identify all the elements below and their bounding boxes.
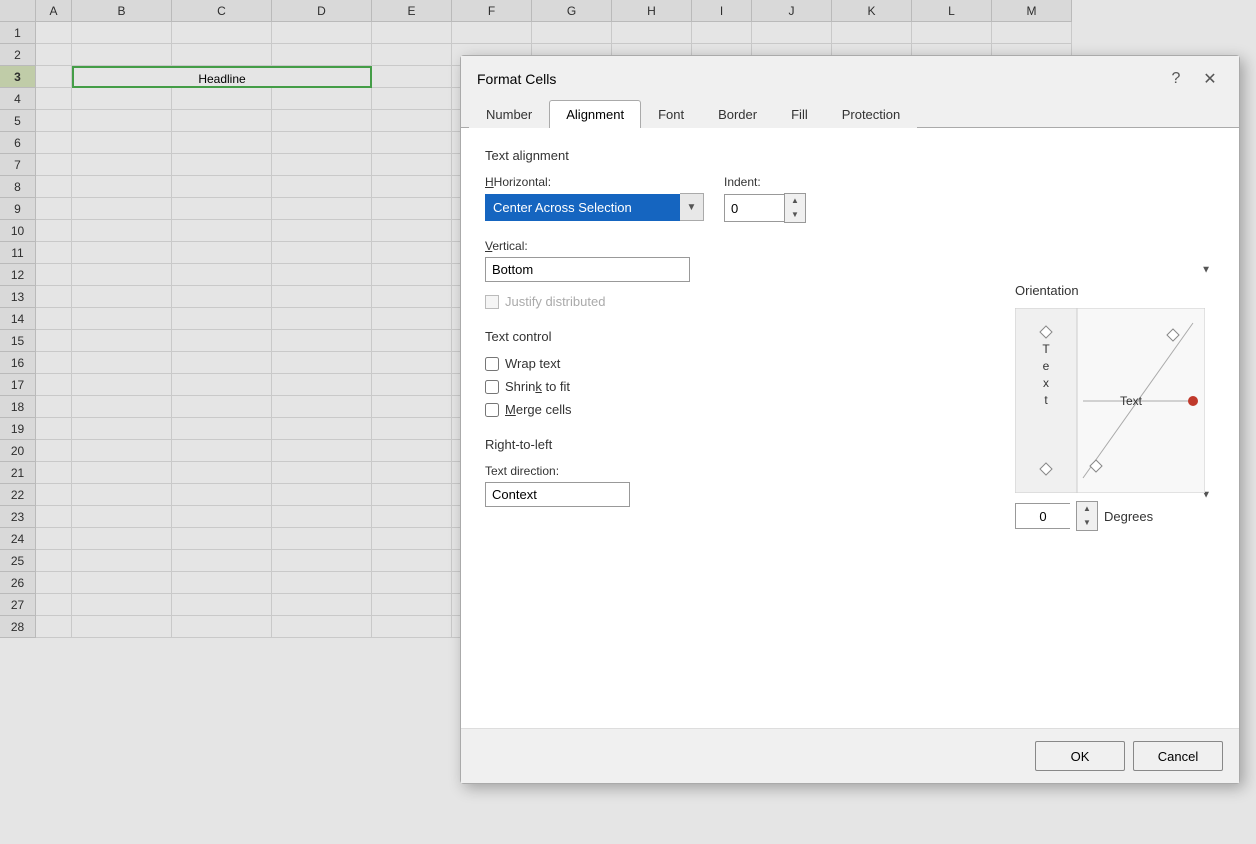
- dialog-title: Format Cells: [477, 71, 556, 87]
- indent-field-group: Indent: ▲ ▼: [724, 175, 806, 223]
- indent-spinner-buttons: ▲ ▼: [784, 193, 806, 223]
- horizontal-select-container: General Left (Indent) Center Right (Inde…: [485, 193, 704, 221]
- merge-cells-checkbox[interactable]: [485, 403, 499, 417]
- merge-cells-label: Merge cells: [505, 402, 571, 417]
- wrap-text-checkbox[interactable]: [485, 357, 499, 371]
- horizontal-label: HHorizontal:: [485, 175, 704, 189]
- help-button[interactable]: ?: [1163, 66, 1189, 92]
- vertical-field-group: Vertical: Top Center Bottom Justify Dist…: [485, 239, 1215, 282]
- close-button[interactable]: ✕: [1197, 66, 1223, 92]
- indent-spinner: ▲ ▼: [724, 193, 806, 223]
- tab-number[interactable]: Number: [469, 100, 549, 128]
- degrees-spinner-buttons: ▲ ▼: [1076, 501, 1098, 531]
- horizontal-field-group: HHorizontal: General Left (Indent) Cente…: [485, 175, 704, 223]
- svg-text:x: x: [1043, 376, 1049, 390]
- ok-button[interactable]: OK: [1035, 741, 1125, 771]
- indent-down-button[interactable]: ▼: [785, 208, 805, 222]
- degrees-up-button[interactable]: ▲: [1077, 502, 1097, 516]
- tab-border[interactable]: Border: [701, 100, 774, 128]
- svg-text:T: T: [1042, 342, 1050, 356]
- indent-input[interactable]: [724, 194, 784, 222]
- dialog-controls: ? ✕: [1163, 66, 1223, 92]
- justify-distributed-label: Justify distributed: [505, 294, 605, 309]
- dialog-overlay: Format Cells ? ✕ Number Alignment Font B…: [0, 0, 1256, 844]
- dialog-footer: OK Cancel: [461, 728, 1239, 783]
- orientation-svg: T e x t T: [1015, 308, 1205, 493]
- vertical-select[interactable]: Top Center Bottom Justify Distributed: [485, 257, 690, 282]
- cancel-button[interactable]: Cancel: [1133, 741, 1223, 771]
- dialog-titlebar: Format Cells ? ✕: [461, 56, 1239, 100]
- degrees-input[interactable]: 0: [1015, 503, 1070, 529]
- orientation-widget: T e x t T: [1015, 308, 1205, 493]
- indent-up-button[interactable]: ▲: [785, 194, 805, 208]
- svg-text:Text: Text: [1120, 394, 1143, 408]
- justify-distributed-checkbox: [485, 295, 499, 309]
- alignment-row: HHorizontal: General Left (Indent) Cente…: [485, 175, 1215, 223]
- svg-text:e: e: [1043, 359, 1050, 373]
- horizontal-select[interactable]: General Left (Indent) Center Right (Inde…: [485, 194, 680, 221]
- format-cells-dialog: Format Cells ? ✕ Number Alignment Font B…: [460, 55, 1240, 784]
- vertical-dropdown-arrow-icon: ▼: [1201, 264, 1211, 275]
- indent-label: Indent:: [724, 175, 806, 189]
- shrink-to-fit-label: Shrink to fit: [505, 379, 570, 394]
- degrees-down-button[interactable]: ▼: [1077, 516, 1097, 530]
- text-direction-select[interactable]: Context Left-to-Right Right-to-Left: [485, 482, 630, 507]
- vertical-select-wrapper: Top Center Bottom Justify Distributed ▼: [485, 257, 1215, 282]
- tab-font[interactable]: Font: [641, 100, 701, 128]
- degrees-label: Degrees: [1104, 509, 1153, 524]
- orientation-section: Orientation T e x t: [1015, 283, 1215, 531]
- tab-alignment[interactable]: Alignment: [549, 100, 641, 128]
- dialog-content: Text alignment HHorizontal: General Left…: [461, 128, 1239, 728]
- orientation-title: Orientation: [1015, 283, 1215, 298]
- shrink-to-fit-checkbox[interactable]: [485, 380, 499, 394]
- text-alignment-title: Text alignment: [485, 148, 1215, 163]
- wrap-text-label: Wrap text: [505, 356, 560, 371]
- degrees-row: 0 ▲ ▼ Degrees: [1015, 501, 1215, 531]
- horizontal-dropdown-arrow[interactable]: ▼: [680, 193, 704, 221]
- dialog-tabs: Number Alignment Font Border Fill Protec…: [461, 100, 1239, 128]
- tab-protection[interactable]: Protection: [825, 100, 918, 128]
- tab-fill[interactable]: Fill: [774, 100, 825, 128]
- vertical-label: Vertical:: [485, 239, 1215, 253]
